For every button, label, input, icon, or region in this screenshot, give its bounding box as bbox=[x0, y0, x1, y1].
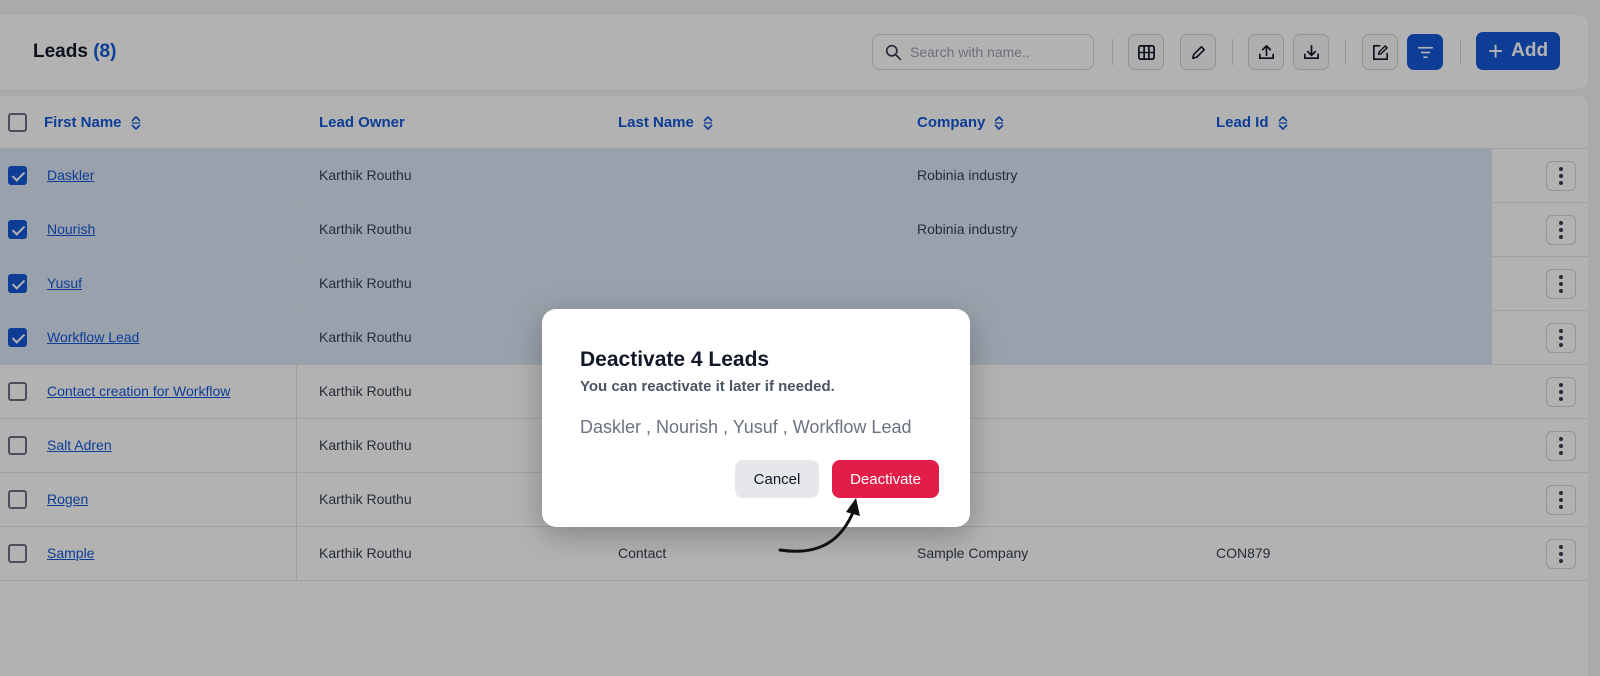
annotation-arrow-icon bbox=[778, 498, 860, 553]
dialog-title: Deactivate 4 Leads bbox=[580, 348, 770, 371]
deactivate-dialog: Deactivate 4 Leads You can reactivate it… bbox=[542, 309, 970, 527]
app: Leads (8) + Add bbox=[0, 0, 1600, 676]
dialog-subtitle: You can reactivate it later if needed. bbox=[580, 378, 835, 395]
selected-lead-names: Daskler , Nourish , Yusuf , Workflow Lea… bbox=[580, 417, 912, 437]
